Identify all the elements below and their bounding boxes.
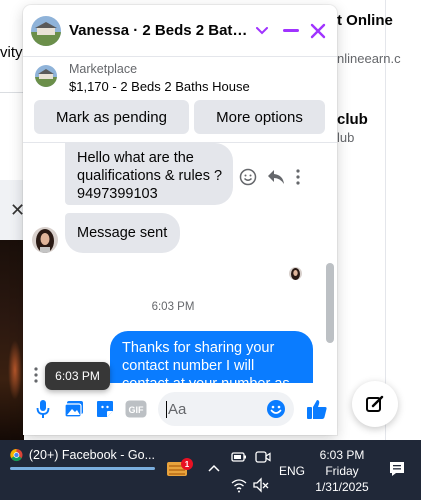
more-vertical-icon[interactable] bbox=[295, 169, 301, 185]
message-input-placeholder: Aa bbox=[168, 400, 187, 418]
left-column: vity ✕ bbox=[0, 0, 25, 440]
meet-now-icon[interactable] bbox=[254, 448, 272, 466]
wifi-icon[interactable] bbox=[230, 476, 248, 494]
message-line: qualifications & rules ? bbox=[77, 168, 223, 184]
new-message-button[interactable] bbox=[352, 381, 398, 427]
chrome-icon bbox=[10, 448, 23, 462]
right-divider bbox=[385, 0, 386, 440]
taskbar-task-label: (20+) Facebook - Go... bbox=[28, 448, 155, 462]
message-line: contact at your number as bbox=[122, 375, 301, 383]
battery-icon[interactable] bbox=[230, 448, 248, 466]
text-caret bbox=[166, 400, 167, 418]
taskbar-task-chrome[interactable]: (20+) Facebook - Go... bbox=[10, 440, 155, 470]
listing-small-thumbnail[interactable] bbox=[35, 65, 57, 87]
reply-icon[interactable] bbox=[267, 169, 285, 185]
timestamp-tooltip: 6:03 PM bbox=[45, 362, 110, 390]
listing-card: Marketplace $1,170 - 2 Beds 2 Baths Hous… bbox=[23, 57, 337, 143]
show-hidden-icons-icon[interactable] bbox=[206, 460, 222, 476]
left-partial-text: vity bbox=[0, 44, 23, 61]
message-actions bbox=[239, 167, 319, 187]
message-composer: GIF Aa bbox=[23, 383, 337, 435]
chevron-down-icon[interactable] bbox=[253, 26, 270, 35]
listing-title[interactable]: $1,170 - 2 Beds 2 Baths House bbox=[69, 79, 250, 94]
photo-icon bbox=[64, 401, 83, 418]
outgoing-message-bubble[interactable]: Thanks for sharing your contact number I… bbox=[110, 331, 313, 383]
language-indicator[interactable]: ENG bbox=[279, 464, 305, 478]
minimize-icon bbox=[283, 28, 300, 32]
clock-time: 6:03 PM bbox=[319, 448, 365, 462]
notification-center-icon[interactable] bbox=[388, 460, 406, 478]
close-chat-button[interactable] bbox=[306, 18, 331, 44]
active-task-indicator bbox=[10, 467, 155, 470]
right-column bbox=[337, 0, 421, 440]
attach-photo-button[interactable] bbox=[62, 397, 86, 421]
mark-as-pending-button[interactable]: Mark as pending bbox=[34, 100, 189, 134]
incoming-message-bubble[interactable]: Message sent bbox=[65, 213, 180, 253]
close-icon bbox=[311, 23, 326, 38]
notification-badge: 1 bbox=[181, 458, 193, 470]
chat-title[interactable]: Vanessa · 2 Beds 2 Baths H... bbox=[69, 22, 249, 39]
taskbar: (20+) Facebook - Go... 1 ENG 6:03 PM Fri… bbox=[0, 440, 421, 500]
right-partial-sub: nlineearn.c bbox=[337, 51, 401, 66]
listing-thumbnail[interactable] bbox=[31, 15, 61, 46]
right-partial-sub-2: lub bbox=[337, 130, 355, 145]
emoji-icon[interactable] bbox=[266, 399, 286, 419]
minimize-button[interactable] bbox=[279, 18, 304, 44]
message-line: Thanks for sharing your bbox=[122, 340, 275, 356]
more-options-button[interactable]: More options bbox=[194, 100, 325, 134]
message-line: contact number I will bbox=[122, 358, 255, 374]
sticker-button[interactable] bbox=[93, 397, 117, 421]
avatar[interactable] bbox=[32, 227, 58, 253]
speaker-muted-icon[interactable] bbox=[252, 476, 270, 494]
seen-indicator-avatar bbox=[289, 267, 302, 280]
message-line: 9497399103 bbox=[77, 186, 158, 202]
video-thumbnail[interactable] bbox=[0, 240, 24, 440]
listing-source: Marketplace bbox=[69, 62, 138, 76]
clock-date: 1/31/2025 bbox=[315, 480, 369, 494]
thumbs-up-icon bbox=[307, 400, 327, 419]
message-thread[interactable]: Hello what are the qualifications & rule… bbox=[23, 143, 337, 383]
send-like-button[interactable] bbox=[304, 396, 330, 422]
chat-header[interactable]: Vanessa · 2 Beds 2 Baths H... bbox=[23, 5, 337, 57]
clock-day: Friday bbox=[325, 464, 359, 478]
more-vertical-icon[interactable] bbox=[33, 367, 43, 383]
clock[interactable]: 6:03 PM Friday 1/31/2025 bbox=[312, 447, 372, 495]
gif-button[interactable]: GIF bbox=[124, 397, 148, 421]
sticker-icon bbox=[97, 401, 113, 417]
right-partial-title[interactable]: t Online bbox=[337, 12, 393, 29]
gif-icon: GIF bbox=[125, 400, 147, 418]
left-divider bbox=[0, 92, 24, 93]
right-partial-title-2[interactable]: club bbox=[337, 111, 368, 128]
microphone-icon bbox=[36, 400, 50, 418]
svg-text:GIF: GIF bbox=[129, 405, 145, 415]
compose-icon bbox=[366, 395, 384, 412]
message-input[interactable]: Aa bbox=[158, 392, 294, 426]
scrollbar-thumb[interactable] bbox=[326, 263, 334, 343]
react-emoji-icon[interactable] bbox=[239, 168, 257, 186]
message-line: Hello what are the bbox=[77, 150, 194, 166]
voice-clip-button[interactable] bbox=[31, 397, 55, 421]
incoming-message-bubble[interactable]: Hello what are the qualifications & rule… bbox=[65, 143, 233, 205]
message-timestamp: 6:03 PM bbox=[151, 301, 195, 313]
